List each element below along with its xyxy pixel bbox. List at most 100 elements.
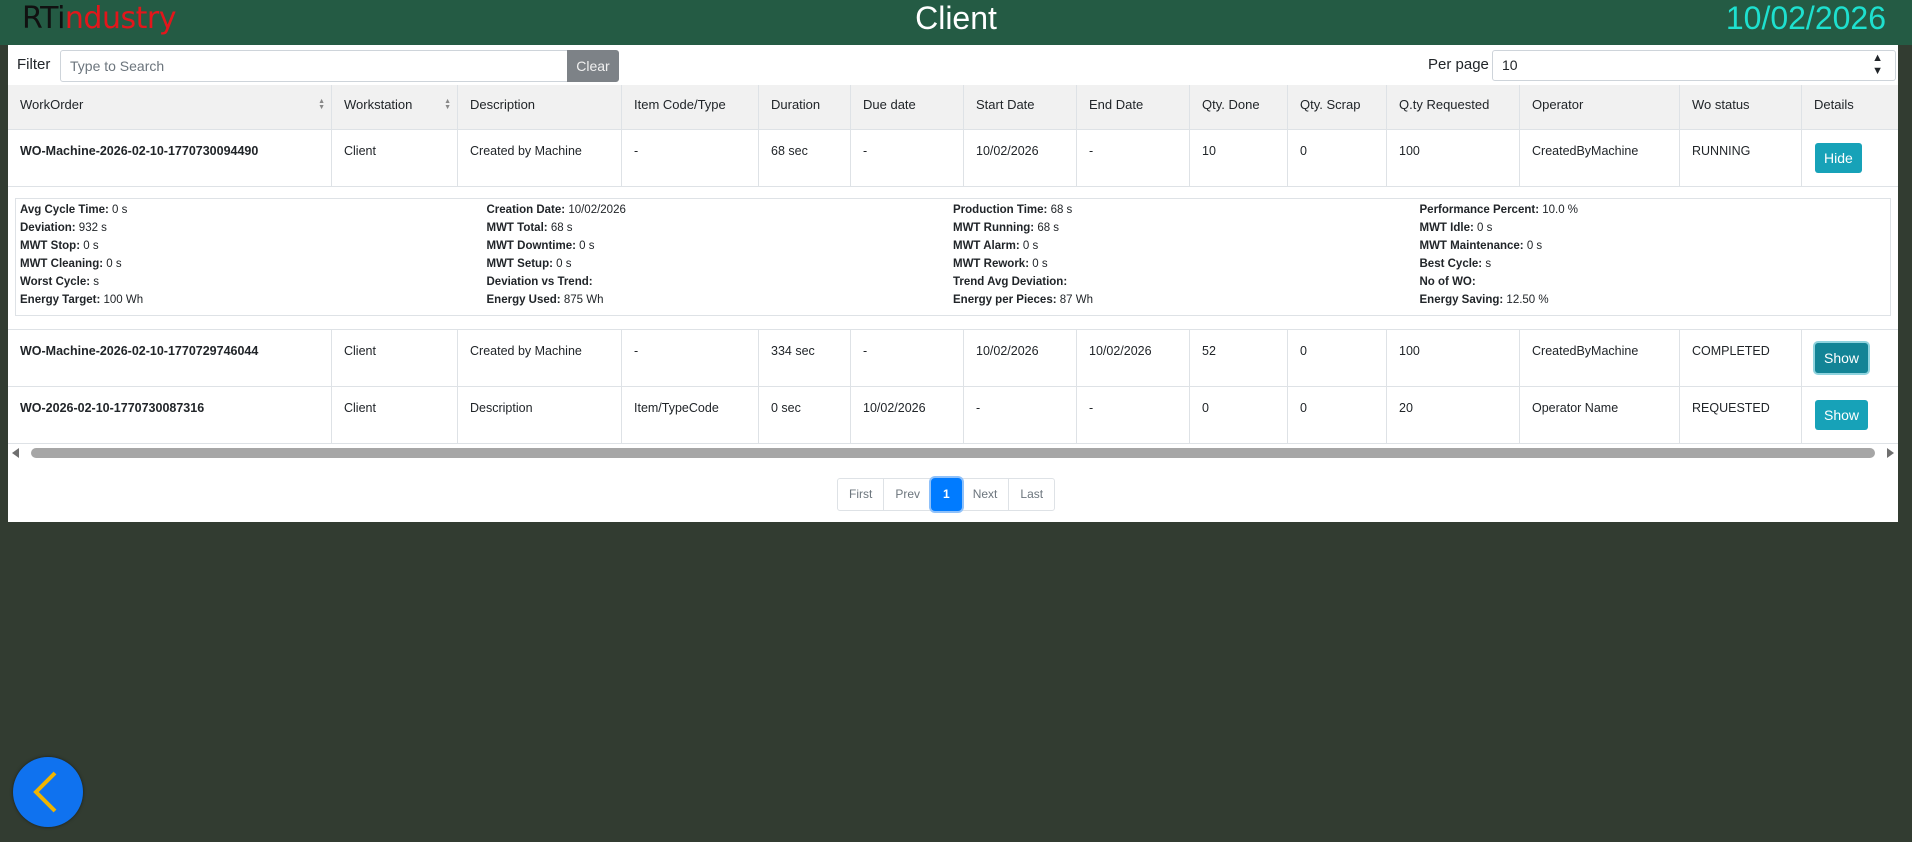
column-header-workstation[interactable]: Workstation ▲ ▼ (332, 85, 458, 129)
detail-label: MWT Cleaning: (20, 258, 104, 270)
show-details-button[interactable]: Show (1815, 343, 1869, 373)
per-page-label: Per page (1428, 56, 1489, 73)
cell-qty-scrap: 0 (1288, 387, 1387, 443)
detail-item: MWT Cleaning: 0 s (20, 255, 487, 273)
detail-label: MWT Alarm: (953, 240, 1020, 252)
detail-value: 100 Wh (103, 294, 144, 306)
page-title: Client (915, 0, 997, 36)
detail-value: s (93, 276, 100, 288)
detail-value: 0 s (83, 240, 99, 252)
detail-item: MWT Rework: 0 s (953, 255, 1420, 273)
page-current-button[interactable]: 1 (931, 478, 962, 511)
cell-duration: 0 sec (759, 387, 851, 443)
detail-item: Deviation: 932 s (20, 219, 487, 237)
detail-label: MWT Stop: (20, 240, 81, 252)
scroll-right-icon[interactable] (1887, 448, 1894, 458)
detail-value: 0 s (1477, 222, 1493, 234)
column-header-end-date: End Date (1077, 85, 1190, 129)
detail-value: 87 Wh (1059, 294, 1094, 306)
cell-item-code: Item/TypeCode (622, 387, 759, 443)
cell-qty-done: 0 (1190, 387, 1288, 443)
per-page-select[interactable]: 10 ▲ ▼ (1492, 50, 1896, 81)
detail-item: Energy Target: 100 Wh (20, 291, 487, 309)
page-last-button[interactable]: Last (1008, 478, 1056, 511)
cell-workorder: WO-Machine-2026-02-10-1770730094490 (8, 130, 332, 186)
cell-workorder: WO-Machine-2026-02-10-1770729746044 (8, 330, 332, 386)
cell-end-date: - (1077, 387, 1190, 443)
page-next-button[interactable]: Next (960, 478, 1010, 511)
column-header-workorder[interactable]: WorkOrder ▲ ▼ (8, 85, 332, 129)
cell-qty-scrap: 0 (1288, 330, 1387, 386)
detail-value: 0 s (1022, 240, 1039, 252)
detail-value: 0 s (112, 204, 128, 216)
detail-item: MWT Total: 68 s (487, 219, 954, 237)
detail-item: Production Time: 68 s (953, 201, 1420, 219)
details-column: Creation Date: 10/02/2026 MWT Total: 68 s… (487, 201, 954, 313)
cell-operator: Operator Name (1520, 387, 1680, 443)
search-input[interactable] (60, 50, 568, 82)
cell-qty-requested: 100 (1387, 330, 1520, 386)
cell-description: Created by Machine (458, 130, 622, 186)
column-header-wo-status: Wo status (1680, 85, 1802, 129)
detail-value: 10.0 % (1542, 204, 1579, 216)
detail-label: MWT Maintenance: (1419, 240, 1524, 252)
detail-label: MWT Rework: (953, 258, 1030, 270)
details-column: Production Time: 68 s MWT Running: 68 s MW… (953, 201, 1420, 313)
detail-label: Deviation vs Trend: (486, 276, 593, 288)
detail-item: Energy per Pieces: 87 Wh (953, 291, 1420, 309)
detail-value: 0 s (556, 258, 572, 270)
top-header: RTindustry Client 10/02/2026 (0, 0, 1912, 45)
show-details-button[interactable]: Show (1815, 400, 1869, 430)
detail-item: No of WO: (1420, 273, 1887, 291)
cell-due-date: - (851, 330, 964, 386)
page-prev-button[interactable]: Prev (883, 478, 933, 511)
detail-value: 0 s (106, 258, 122, 270)
page-first-button[interactable]: First (837, 478, 885, 511)
cell-workstation: Client (332, 330, 458, 386)
cell-start-date: 10/02/2026 (964, 330, 1077, 386)
column-header-start-date: Start Date (964, 85, 1077, 129)
cell-qty-requested: 100 (1387, 130, 1520, 186)
detail-value: 68 s (550, 222, 573, 234)
cell-details: Hide (1802, 130, 1898, 186)
detail-label: Best Cycle: (1419, 258, 1483, 270)
per-page-value: 10 (1502, 57, 1518, 73)
cell-workorder: WO-2026-02-10-1770730087316 (8, 387, 332, 443)
scroll-left-icon[interactable] (12, 448, 19, 458)
detail-label: No of WO: (1419, 276, 1476, 288)
sort-icon[interactable]: ▲ ▼ (444, 98, 451, 111)
cell-wo-status: COMPLETED (1680, 330, 1802, 386)
detail-label: MWT Total: (486, 222, 548, 234)
scrollbar-thumb[interactable] (31, 448, 1875, 458)
detail-label: Trend Avg Deviation: (953, 276, 1068, 288)
detail-value: 932 s (78, 222, 107, 234)
detail-value: 0 s (1032, 258, 1048, 270)
cell-description: Description (458, 387, 622, 443)
table-row: WO-Machine-2026-02-10-1770729746044 Clie… (8, 330, 1898, 387)
cell-details: Show (1802, 330, 1898, 386)
column-header-qty-requested: Q.ty Requested (1387, 85, 1520, 129)
details-panel: Avg Cycle Time: 0 s Deviation: 932 s MWT S… (15, 198, 1891, 316)
column-header-description: Description (458, 85, 622, 129)
hide-details-button[interactable]: Hide (1815, 143, 1862, 173)
cell-end-date: 10/02/2026 (1077, 330, 1190, 386)
sort-icon[interactable]: ▲ ▼ (318, 98, 325, 111)
detail-label: Energy Saving: (1419, 294, 1504, 306)
detail-value: 0 s (1526, 240, 1543, 252)
detail-label: Production Time: (953, 204, 1048, 216)
detail-item: Performance Percent: 10.0 % (1420, 201, 1887, 219)
cell-due-date: 10/02/2026 (851, 387, 964, 443)
cell-workstation: Client (332, 387, 458, 443)
details-column: Avg Cycle Time: 0 s Deviation: 932 s MWT S… (20, 201, 487, 313)
column-header-duration: Duration (759, 85, 851, 129)
cell-details: Show (1802, 387, 1898, 443)
detail-value: s (1485, 258, 1492, 270)
back-button[interactable] (13, 757, 83, 827)
select-caret-icon: ▲ ▼ (1872, 52, 1883, 77)
detail-item: Worst Cycle: s (20, 273, 487, 291)
detail-label: Deviation: (20, 222, 76, 234)
detail-value: 68 s (1037, 222, 1060, 234)
clear-button[interactable]: Clear (567, 50, 619, 82)
detail-label: Energy Used: (486, 294, 561, 306)
horizontal-scrollbar[interactable] (8, 445, 1898, 461)
